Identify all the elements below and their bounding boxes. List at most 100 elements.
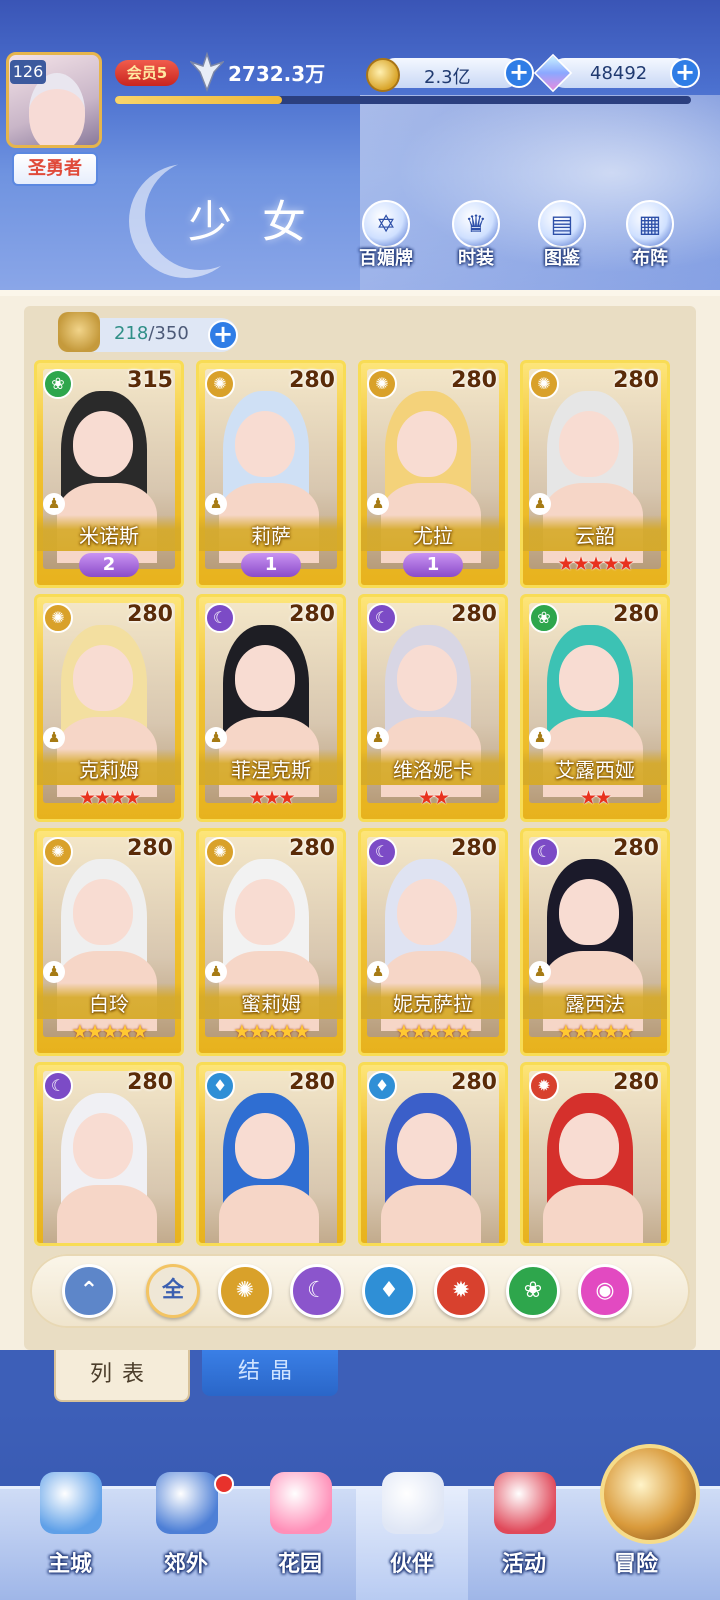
all-filter-button[interactable]: 全	[146, 1264, 200, 1318]
formation-button[interactable]: ▦ 布阵	[610, 200, 690, 270]
outfit-button[interactable]: ♛ 时装	[436, 200, 516, 270]
character-card[interactable]: ❀ 280 ♟ 艾露西娅 ★★	[520, 594, 670, 822]
character-card[interactable]: ☾ 280 ♟ 妮克萨拉 ★★★★★	[358, 828, 508, 1056]
dark-element-icon: ☾	[43, 1071, 73, 1101]
vip-badge[interactable]: 会员5	[115, 60, 179, 86]
star-rating: ★★★★★	[233, 1021, 310, 1043]
tab-list[interactable]: 列表	[54, 1350, 190, 1402]
pawn-icon: ♟	[43, 961, 65, 983]
notification-dot	[214, 1474, 234, 1494]
character-card[interactable]: ✺ 280 ♟ 尤拉 1	[358, 360, 508, 588]
star-rating: ★★★★★	[71, 1021, 148, 1043]
character-name: 蜜莉姆	[241, 992, 301, 1016]
light-element-icon: ✺	[205, 369, 235, 399]
page-title: 少女	[188, 197, 336, 248]
pawn-icon: ♟	[367, 961, 389, 983]
tab-crystal[interactable]: 结晶	[202, 1350, 338, 1396]
pawn-icon: ♟	[367, 727, 389, 749]
grid-icon: ▦	[626, 200, 674, 248]
character-card[interactable]: ✺ 280 ♟ 莉萨 1	[196, 360, 346, 588]
castle-icon	[40, 1472, 102, 1534]
light-element-filter-button[interactable]: ✺	[218, 1264, 272, 1318]
light-element-icon: ✺	[367, 369, 397, 399]
character-face	[235, 879, 295, 945]
character-face	[73, 411, 133, 477]
character-name: 克莉姆	[79, 758, 139, 782]
character-card[interactable]: ☾ 280 ♟ 菲涅克斯 ★★★	[196, 594, 346, 822]
player-title-badge[interactable]: 圣勇者	[12, 152, 98, 186]
character-card[interactable]: ✺ 280 ♟ 克莉姆 ★★★★	[34, 594, 184, 822]
light-element-icon: ✺	[205, 837, 235, 867]
character-name: 妮克萨拉	[393, 992, 473, 1016]
partner-icon	[382, 1472, 444, 1534]
character-card[interactable]: ❀ 315 ♟ 米诺斯 2	[34, 360, 184, 588]
pawn-icon: ♟	[367, 493, 389, 515]
character-card[interactable]: ♦ 280	[196, 1062, 346, 1246]
character-name: 菲涅克斯	[231, 758, 311, 782]
nav-castle[interactable]: 主城	[14, 1460, 126, 1590]
baimei-card-button[interactable]: ✡ 百媚牌	[346, 200, 426, 270]
star-rating: ★★	[579, 787, 612, 809]
wind-element-filter-button[interactable]: ❀	[506, 1264, 560, 1318]
add-gem-button[interactable]: +	[670, 58, 700, 88]
character-face	[73, 645, 133, 711]
gold-display: 2.3亿	[380, 58, 520, 88]
character-body	[57, 1185, 157, 1243]
character-card[interactable]: ♦ 280	[358, 1062, 508, 1246]
character-card[interactable]: ☾ 280 ♟ 露西法 ★★★★★	[520, 828, 670, 1056]
special-element-filter-button[interactable]: ◉	[578, 1264, 632, 1318]
all-icon: 全	[161, 1278, 184, 1303]
codex-button[interactable]: ▤ 图鉴	[522, 200, 602, 270]
nav-partner[interactable]: 伙伴	[356, 1460, 468, 1590]
adventure-icon[interactable]	[600, 1444, 700, 1544]
rank-badge: 2	[79, 553, 139, 577]
light-element-icon: ✺	[43, 837, 73, 867]
character-face	[73, 1113, 133, 1179]
nav-heart[interactable]: 花园	[244, 1460, 356, 1590]
character-face	[73, 879, 133, 945]
pawn-icon: ♟	[205, 961, 227, 983]
expand-roster-button[interactable]: +	[208, 320, 238, 350]
exp-bar	[115, 96, 691, 104]
character-face	[559, 411, 619, 477]
character-face	[235, 411, 295, 477]
character-card[interactable]: ☾ 280	[34, 1062, 184, 1246]
water-element-filter-button[interactable]: ♦	[362, 1264, 416, 1318]
character-name: 艾露西娅	[555, 758, 635, 782]
gem-value: 48492	[590, 63, 648, 84]
pawn-icon: ♟	[43, 493, 65, 515]
star-rating: ★★★★★	[395, 1021, 472, 1043]
character-card[interactable]: ✹ 280	[520, 1062, 670, 1246]
character-body	[381, 1185, 481, 1243]
character-level: 280	[451, 368, 497, 393]
dark-element-filter-button[interactable]: ☾	[290, 1264, 344, 1318]
collapse-up-icon: ⌃	[79, 1278, 99, 1303]
character-card[interactable]: ✺ 280 ♟ 云韶 ★★★★★	[520, 360, 670, 588]
fire-element-filter-button[interactable]: ✹	[434, 1264, 488, 1318]
player-level: 126	[10, 60, 46, 84]
gold-value: 2.3亿	[424, 67, 471, 88]
pawn-icon: ♟	[205, 727, 227, 749]
nav-gift[interactable]: 活动	[468, 1460, 580, 1590]
gift-icon	[494, 1472, 556, 1534]
star-rating: ★★	[417, 787, 450, 809]
character-card[interactable]: ✺ 280 ♟ 蜜莉姆 ★★★★★	[196, 828, 346, 1056]
water-element-icon: ♦	[205, 1071, 235, 1101]
character-level: 280	[613, 602, 659, 627]
collapse-up-filter-button[interactable]: ⌃	[62, 1264, 116, 1318]
character-face	[559, 1113, 619, 1179]
light-element-icon: ✺	[529, 369, 559, 399]
character-card[interactable]: ☾ 280 ♟ 维洛妮卡 ★★	[358, 594, 508, 822]
water-element-icon: ♦	[367, 1071, 397, 1101]
character-level: 280	[613, 368, 659, 393]
character-card[interactable]: ✺ 280 ♟ 白玲 ★★★★★	[34, 828, 184, 1056]
water-element-icon: ♦	[379, 1278, 399, 1303]
character-face	[559, 879, 619, 945]
pawn-icon: ♟	[205, 493, 227, 515]
character-name: 莉萨	[251, 524, 291, 548]
fire-element-icon: ✹	[451, 1278, 471, 1303]
add-gold-button[interactable]: +	[504, 58, 534, 88]
character-body	[543, 1185, 643, 1243]
character-face	[397, 1113, 457, 1179]
gold-coin-icon	[366, 58, 400, 92]
